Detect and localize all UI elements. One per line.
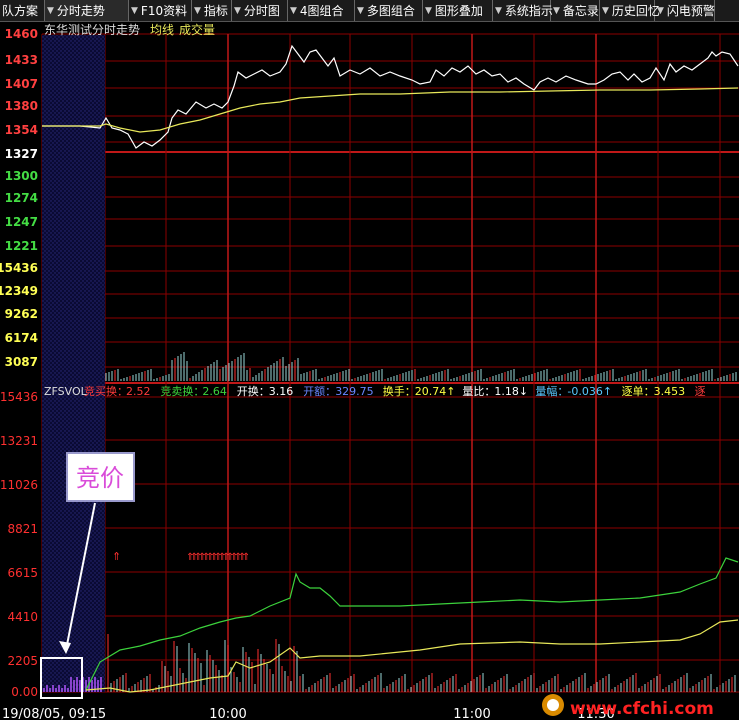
indicator-item-label: 开换： <box>237 384 270 398</box>
volume-tick: 9262 <box>5 307 38 321</box>
price-tick: 1380 <box>5 99 38 113</box>
indicator-tick: 8821 <box>7 522 38 536</box>
watermark-text: www.cfchi.com <box>570 699 714 719</box>
dropdown-arrow-icon: ▼ <box>357 5 364 16</box>
indicator-item-value: 3.16 <box>269 385 294 398</box>
toolbar-item-1[interactable]: 队方案 <box>0 0 45 21</box>
time-axis: 19/08/05, 09:15 10:00 11:00 11:30 <box>2 707 615 720</box>
time-axis-date: 19/08/05, 09:15 <box>2 707 106 720</box>
toolbar-item-2[interactable]: ▼ 分时走势 <box>45 0 129 21</box>
dropdown-arrow-icon: ▼ <box>290 5 297 16</box>
price-tick: 1221 <box>5 239 38 253</box>
dropdown-arrow-icon: ▼ <box>553 5 560 16</box>
indicator-item-value: 20.74↑ <box>415 385 456 398</box>
indicator-item-value: 3.453 <box>654 385 686 398</box>
price-tick: 1300 <box>5 169 38 183</box>
toolbar-item-label: 图形叠加 <box>434 4 483 18</box>
volume-tick: 3087 <box>5 355 38 369</box>
toolbar-item-label: 4图组合 <box>299 4 344 18</box>
price-tick: 1247 <box>5 215 38 229</box>
dropdown-arrow-icon: ▼ <box>194 5 201 16</box>
toolbar-item-9[interactable]: ▼ 系统指示 <box>493 0 553 21</box>
indicator-item-value: 2.52 <box>126 385 151 398</box>
price-panel-title: 东华测试分时走势 <box>44 22 140 37</box>
toolbar-item-8[interactable]: ▼ 图形叠加 <box>423 0 493 21</box>
indicator-header: ZFSVOL 竞买换：2.52 竞卖换：2.64 开换： 3.16 开额： 329.75 换… <box>44 384 706 398</box>
indicator-tick: 4410 <box>7 610 38 624</box>
toolbar-item-12[interactable]: ▼ 闪电预警 <box>655 0 715 21</box>
indicator-name: ZFSVOL <box>44 385 88 398</box>
volume-tick: 15436 <box>0 261 38 275</box>
indicator-item-label: 逐 <box>695 385 706 398</box>
dropdown-arrow-icon: ▼ <box>234 5 241 16</box>
indicator-tick: 2205 <box>7 654 38 668</box>
toolbar-item-10[interactable]: ▼ 备忘录 <box>551 0 600 21</box>
price-tick: 1354 <box>5 123 38 137</box>
dropdown-arrow-icon: ▼ <box>657 5 664 16</box>
indicator-item-label: 逐单： <box>622 385 655 398</box>
average-line <box>42 87 739 133</box>
volume-tick: 6174 <box>5 331 38 345</box>
indicator-tick: 0.00 <box>11 685 38 699</box>
toolbar-item-label: F10资料 <box>140 4 188 18</box>
indicator-item-label: 开额： <box>303 385 336 398</box>
indicator-item-value: 1.18↓ <box>494 385 528 398</box>
top-toolbar: 队方案 ▼ 分时走势 ▼ F10资料 ▼ 指标 ▼ 分时图 ▼ 4图组合 ▼ 多图组合 ▼ 图形叠加 ▼ 系统指… <box>0 0 739 22</box>
time-axis-label: 11:00 <box>453 707 490 720</box>
dropdown-arrow-icon: ▼ <box>602 5 609 16</box>
price-tick: 1433 <box>5 53 38 67</box>
price-tick: 1407 <box>5 77 38 91</box>
toolbar-item-label: 闪电预警 <box>666 4 715 18</box>
indicator-tick: 6615 <box>7 566 38 580</box>
volume-label: 成交量 <box>179 22 215 37</box>
volume-tick: 12349 <box>0 284 38 298</box>
timeshare-chart: 东华测试分时走势 均线 成交量 1460 1433 1407 1380 1354 1327… <box>0 22 739 720</box>
toolbar-item-3[interactable]: ▼ F10资料 <box>129 0 192 21</box>
avg-line-label: 均线 <box>150 23 174 37</box>
indicator-item-label: 量比： <box>462 385 495 398</box>
toolbar-item-label: 历史回忆 <box>611 4 660 18</box>
toolbar-item-7[interactable]: ▼ 多图组合 <box>355 0 423 21</box>
dropdown-arrow-icon: ▼ <box>495 5 502 16</box>
toolbar-item-label: 备忘录 <box>562 4 599 18</box>
price-tick: 1274 <box>5 191 38 205</box>
dropdown-arrow-icon: ▼ <box>47 5 54 16</box>
signal-markers: ⇑ ⇑⇑⇑⇑⇑⇑⇑⇑⇑⇑⇑⇑⇑⇑⇑ <box>112 550 250 563</box>
toolbar-item-label: 队方案 <box>2 4 39 18</box>
toolbar-item-11[interactable]: ▼ 历史回忆 <box>600 0 660 21</box>
dropdown-arrow-icon: ▼ <box>425 5 432 16</box>
toolbar-item-5[interactable]: ▼ 分时图 <box>232 0 288 21</box>
toolbar-item-4[interactable]: ▼ 指标 <box>192 0 232 21</box>
indicator-tick: 15436 <box>0 390 38 404</box>
indicator-item-value: -0.036↑ <box>567 385 612 398</box>
indicator-item-label: 换手： <box>383 384 416 398</box>
indicator-tick: 13231 <box>0 434 38 448</box>
indicator-item-label: 量幅： <box>535 385 568 398</box>
toolbar-item-label: 指标 <box>203 4 228 18</box>
chart-grid <box>41 33 739 693</box>
indicator-item-label: 竞卖换： <box>160 384 204 398</box>
up-arrow-icon: ⇑ <box>112 550 121 563</box>
toolbar-item-label: 系统指示 <box>504 4 553 18</box>
price-tick: 1460 <box>5 27 38 41</box>
price-tick: 1327 <box>5 147 38 161</box>
annotation-text: 竞价 <box>76 464 124 492</box>
indicator-item-value: 329.75 <box>335 385 374 398</box>
toolbar-item-label: 分时图 <box>243 4 280 18</box>
dropdown-arrow-icon: ▼ <box>131 5 138 16</box>
price-panel: 东华测试分时走势 均线 成交量 <box>44 22 215 37</box>
volume-axis: 15436 12349 9262 6174 3087 <box>0 261 38 369</box>
indicator-item-value: 2.64 <box>202 385 227 398</box>
price-axis: 1460 1433 1407 1380 1354 1327 1300 1274 1247 1221 <box>5 27 38 253</box>
watermark: www.cfchi.com <box>542 694 714 719</box>
time-axis-label: 10:00 <box>209 707 246 720</box>
up-arrow-icon: ⇑ <box>242 552 250 563</box>
auction-zone <box>42 35 105 692</box>
indicator-item-label: 竞买换： <box>84 384 128 398</box>
toolbar-item-6[interactable]: ▼ 4图组合 <box>288 0 355 21</box>
indicator-axis: 15436 13231 11026 8821 6615 4410 2205 0.00 <box>0 390 38 699</box>
toolbar-item-label: 分时走势 <box>56 4 105 18</box>
indicator-tick: 11026 <box>0 478 38 492</box>
toolbar-item-label: 多图组合 <box>366 4 415 18</box>
